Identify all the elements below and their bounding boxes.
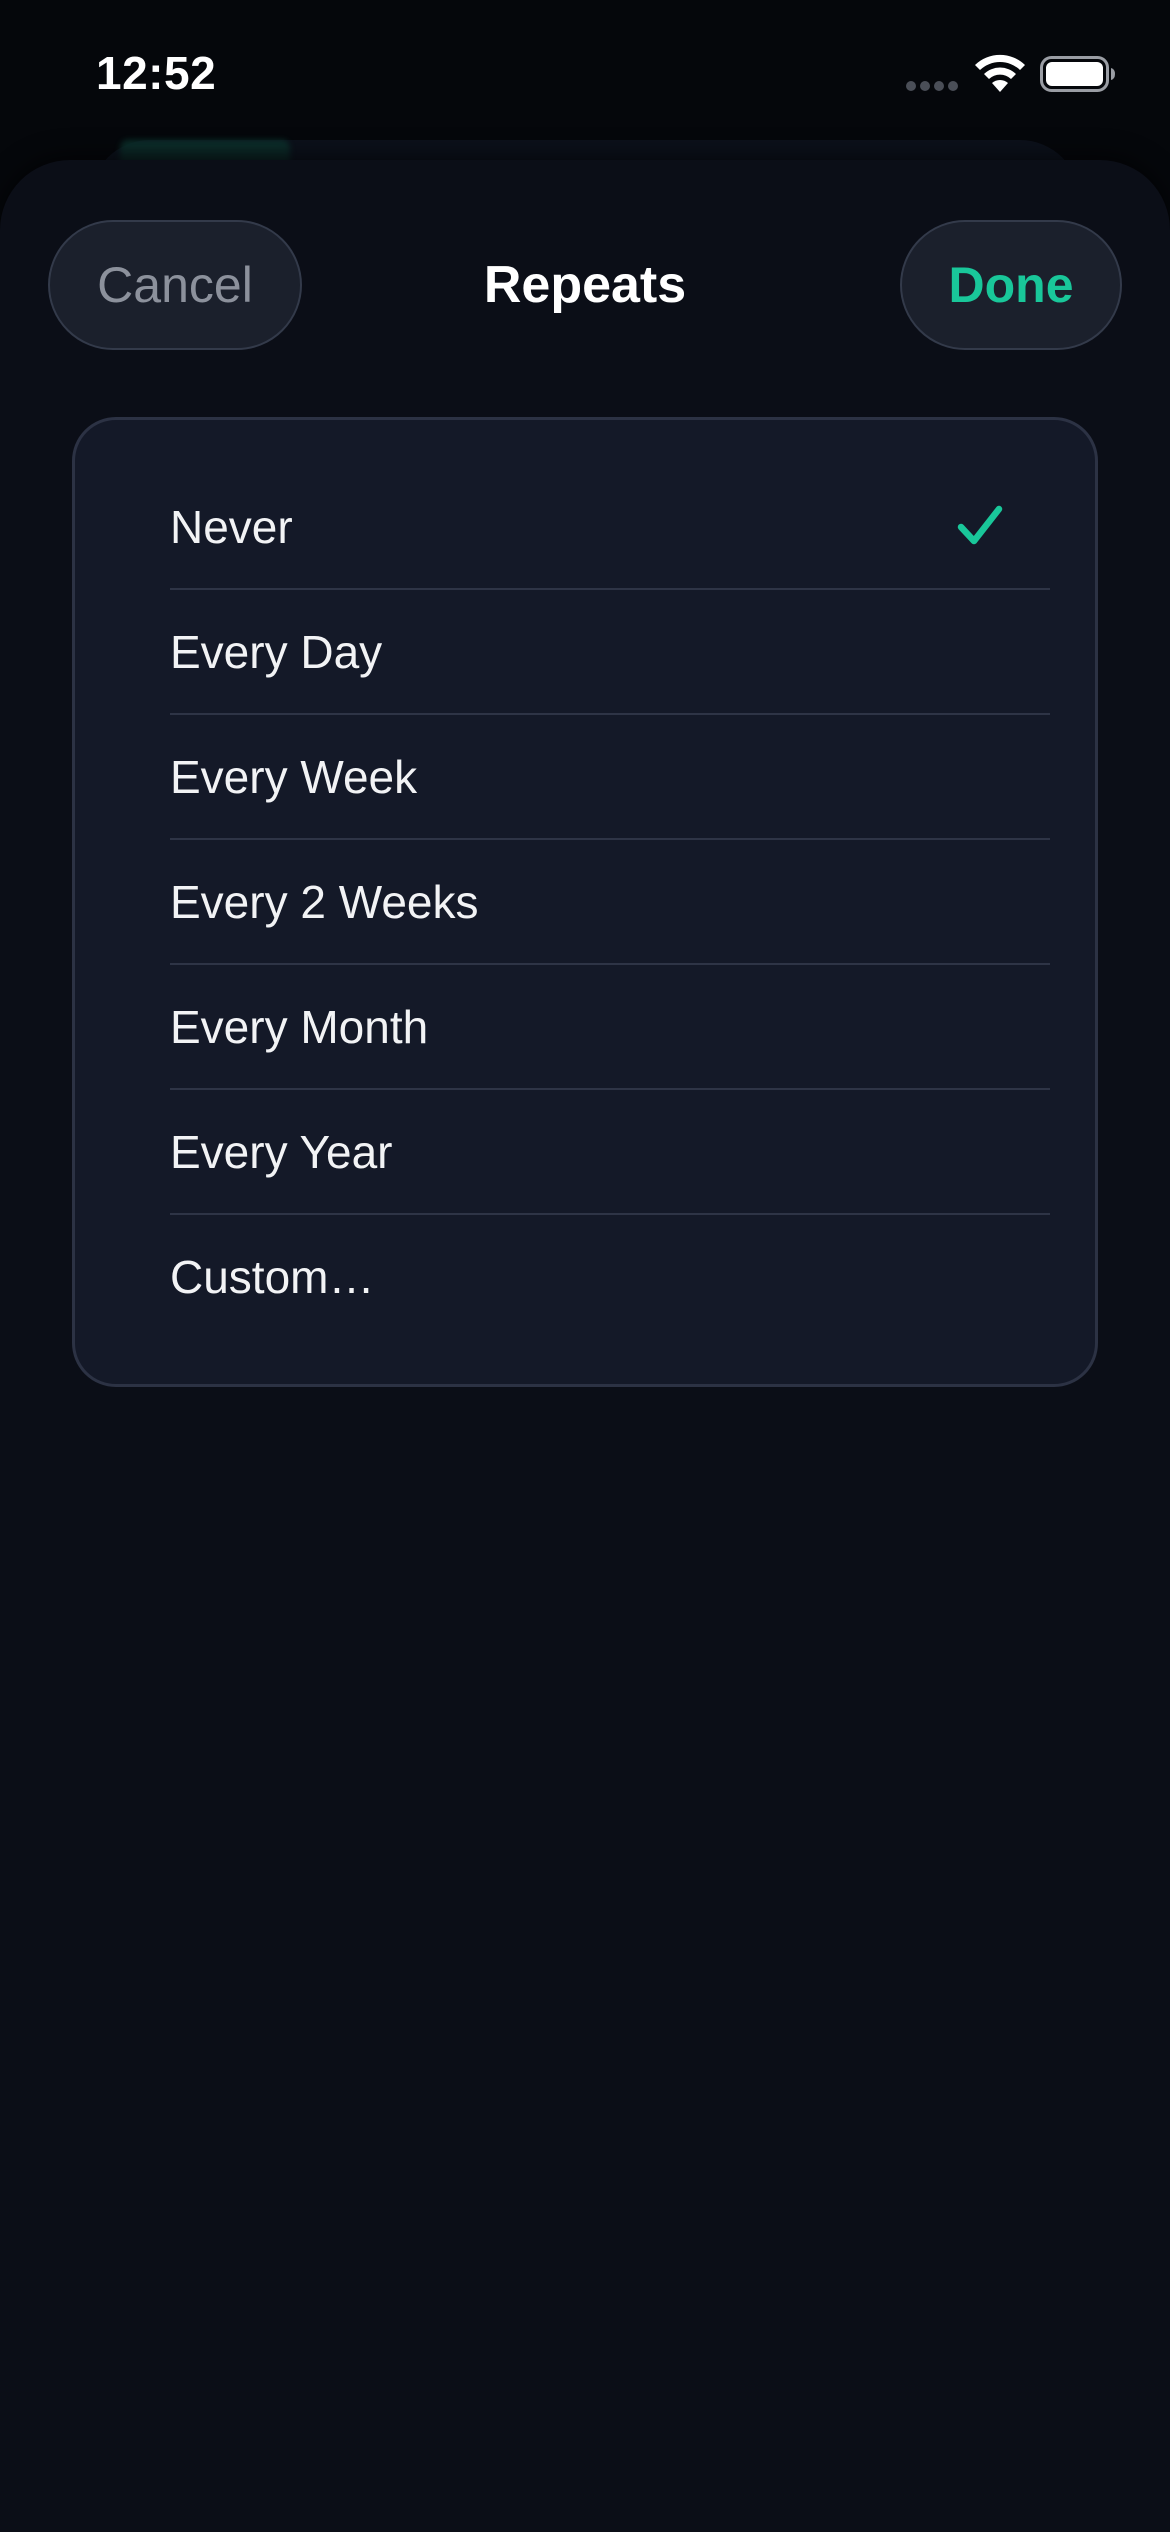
status-bar: 12:52	[0, 0, 1170, 140]
option-label: Custom…	[170, 1251, 375, 1303]
option-every-day[interactable]: Every Day	[75, 590, 1095, 715]
option-never[interactable]: Never	[75, 465, 1095, 590]
option-custom[interactable]: Custom…	[75, 1215, 1095, 1340]
option-every-month[interactable]: Every Month	[75, 965, 1095, 1090]
sheet-nav-bar: Cancel Repeats Done	[0, 160, 1170, 360]
wifi-icon	[975, 54, 1025, 92]
option-label: Every Month	[170, 1001, 429, 1053]
repeats-sheet: Cancel Repeats Done Never Every Day Ever…	[0, 160, 1170, 2532]
option-every-2-weeks[interactable]: Every 2 Weeks	[75, 840, 1095, 965]
done-button[interactable]: Done	[900, 220, 1122, 350]
option-label: Never	[170, 501, 293, 553]
repeats-screen: 12:52 Cancel Repeats Done Never Every Da…	[0, 0, 1170, 2532]
option-every-year[interactable]: Every Year	[75, 1090, 1095, 1215]
cellular-signal-icon	[906, 81, 958, 91]
option-label: Every Week	[170, 751, 418, 803]
repeat-options-list: Never Every Day Every Week Every 2 Weeks…	[72, 417, 1098, 1387]
option-label: Every Year	[170, 1126, 393, 1178]
battery-icon	[1040, 56, 1115, 92]
checkmark-icon	[957, 505, 1003, 545]
status-time: 12:52	[96, 47, 217, 99]
sheet-title: Repeats	[483, 256, 687, 314]
option-label: Every Day	[170, 626, 383, 678]
cancel-button[interactable]: Cancel	[48, 220, 302, 350]
option-label: Every 2 Weeks	[170, 876, 479, 928]
option-every-week[interactable]: Every Week	[75, 715, 1095, 840]
